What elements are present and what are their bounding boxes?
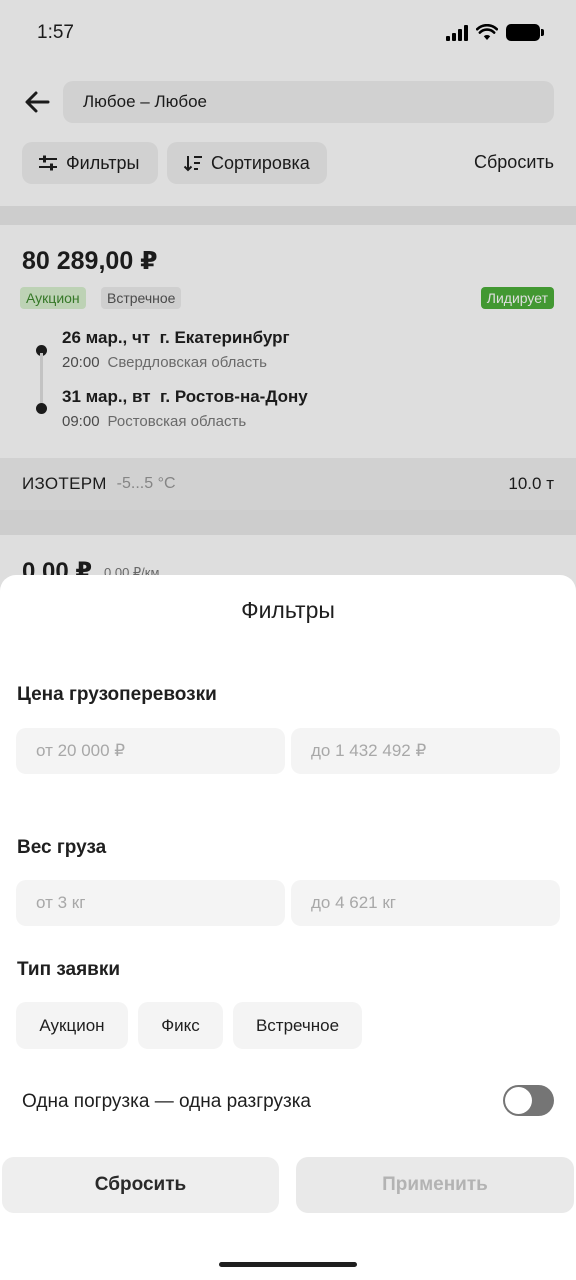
single-load-label: Одна погрузка — одна разгрузка	[22, 1091, 311, 1112]
order-type-section-title: Тип заявки	[17, 959, 121, 980]
sheet-title: Фильтры	[241, 597, 335, 623]
home-indicator	[219, 1262, 357, 1267]
toggle-knob	[505, 1087, 532, 1114]
reset-button[interactable]: Сбросить	[2, 1157, 279, 1213]
weight-section-title: Вес груза	[17, 837, 107, 858]
weight-to-input[interactable]	[291, 880, 560, 926]
single-load-toggle[interactable]	[503, 1085, 554, 1116]
price-from-input[interactable]	[16, 728, 285, 774]
type-chip-auction[interactable]: Аукцион	[16, 1002, 128, 1049]
price-to-input[interactable]	[291, 728, 560, 774]
type-chip-counter[interactable]: Встречное	[233, 1002, 362, 1049]
type-chip-fixed[interactable]: Фикс	[138, 1002, 223, 1049]
apply-button[interactable]: Применить	[296, 1157, 574, 1213]
price-section-title: Цена грузоперевозки	[17, 684, 217, 705]
filters-bottom-sheet: Фильтры Цена грузоперевозки Вес груза Ти…	[0, 575, 576, 1280]
weight-from-input[interactable]	[16, 880, 285, 926]
